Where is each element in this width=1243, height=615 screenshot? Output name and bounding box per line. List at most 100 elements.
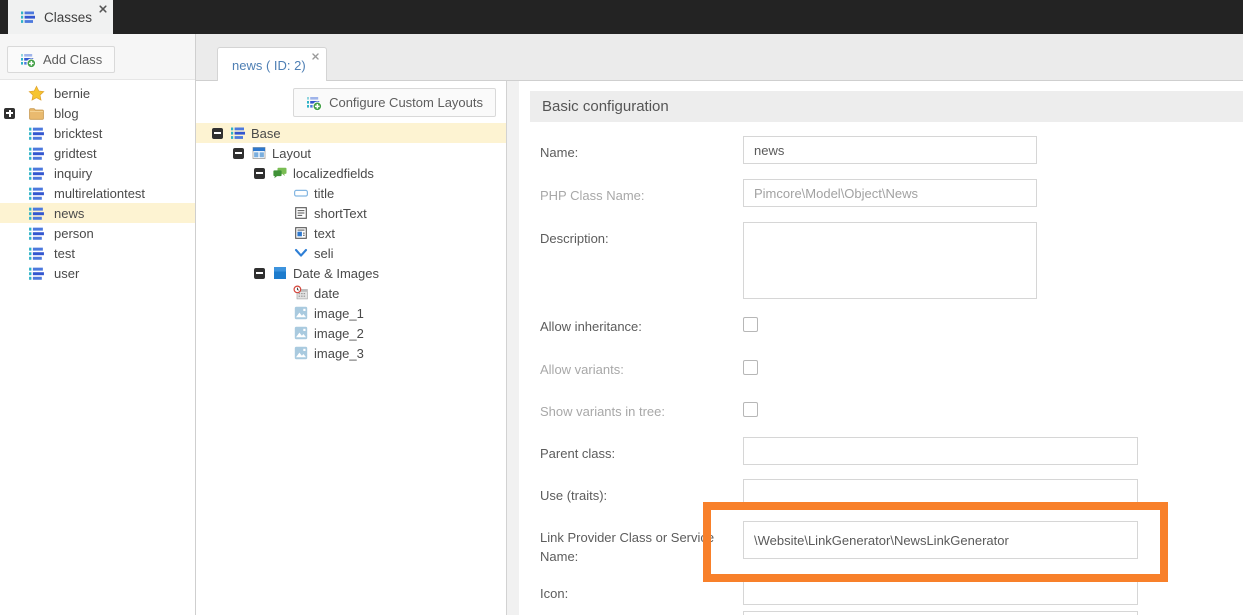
tree-node-label: Date & Images — [293, 266, 379, 281]
sidebar-item-person[interactable]: person — [0, 223, 195, 243]
class-name-label: test — [54, 246, 75, 261]
sidebar-item-blog[interactable]: blog — [0, 103, 195, 123]
name-input[interactable] — [743, 136, 1037, 164]
class-name-label: news — [54, 206, 84, 221]
tree-node-shorttext[interactable]: shortText — [196, 203, 506, 223]
sidebar-item-test[interactable]: test — [0, 243, 195, 263]
class-icon — [28, 125, 45, 142]
minus-expander-icon[interactable] — [254, 168, 265, 179]
image-icon — [293, 325, 309, 341]
input-field-icon — [293, 185, 309, 201]
tree-node-layout[interactable]: Layout — [196, 143, 506, 163]
field-label-show-variants-in-tree: Show variants in tree: — [540, 402, 735, 421]
configure-custom-layouts-button[interactable]: Configure Custom Layouts — [293, 88, 496, 117]
panel-title: Basic configuration — [530, 91, 1243, 122]
expander-slot — [254, 168, 272, 179]
image-icon — [293, 345, 309, 361]
close-icon[interactable] — [98, 4, 108, 14]
parent-class-input[interactable] — [743, 437, 1138, 465]
class-name-label: blog — [54, 106, 79, 121]
expander-slot — [233, 148, 251, 159]
tree-node-date[interactable]: date — [196, 283, 506, 303]
news-tab-label: news ( ID: 2) — [232, 58, 306, 73]
add-class-button[interactable]: Add Class — [7, 46, 115, 73]
sidebar-item-inquiry[interactable]: inquiry — [0, 163, 195, 183]
allow-inheritance-checkbox[interactable] — [743, 317, 758, 332]
class-icon — [28, 205, 45, 222]
tree-node-label: seli — [314, 246, 334, 261]
sidebar-item-bernie[interactable]: bernie — [0, 83, 195, 103]
class-icon — [230, 125, 246, 141]
add-class-label: Add Class — [43, 52, 102, 67]
class-name-label: bernie — [54, 86, 90, 101]
tree-node-seli[interactable]: seli — [196, 243, 506, 263]
star-icon — [28, 85, 45, 102]
class-icon — [28, 185, 45, 202]
tree-node-label: image_2 — [314, 326, 364, 341]
expander-slot — [212, 128, 230, 139]
use-traits-input[interactable] — [743, 479, 1138, 507]
class-name-label: user — [54, 266, 79, 281]
plus-expander-icon[interactable] — [4, 108, 15, 119]
class-icon — [28, 245, 45, 262]
folder-icon — [28, 105, 45, 122]
classes-window-tab[interactable]: Classes — [8, 0, 113, 34]
class-name-label: multirelationtest — [54, 186, 145, 201]
tree-node-image-1[interactable]: image_1 — [196, 303, 506, 323]
sidebar-item-gridtest[interactable]: gridtest — [0, 143, 195, 163]
field-label-icon: Icon: — [540, 584, 735, 603]
class-name-label: gridtest — [54, 146, 97, 161]
top-window-bar: Classes — [0, 0, 1243, 34]
field-label-parent-class: Parent class: — [540, 444, 735, 463]
tree-node-base[interactable]: Base — [196, 123, 506, 143]
sidebar-item-user[interactable]: user — [0, 263, 195, 283]
php-class-name-input[interactable] — [743, 179, 1037, 207]
layout-panel-icon — [251, 145, 267, 161]
class-name-label: person — [54, 226, 94, 241]
minus-expander-icon[interactable] — [212, 128, 223, 139]
basic-configuration-panel: Basic configuration Name:PHP Class Name:… — [519, 81, 1243, 615]
class-name-label: bricktest — [54, 126, 102, 141]
tree-node-label: shortText — [314, 206, 367, 221]
expander-slot — [4, 108, 28, 119]
minus-expander-icon[interactable] — [254, 268, 265, 279]
classes-tab-label: Classes — [44, 10, 92, 25]
panel-icon — [272, 265, 288, 281]
tree-node-image-3[interactable]: image_3 — [196, 343, 506, 363]
field-label-name: Name: — [540, 143, 735, 162]
icon-input[interactable] — [743, 577, 1138, 605]
sidebar-item-bricktest[interactable]: bricktest — [0, 123, 195, 143]
description-textarea[interactable] — [743, 222, 1037, 299]
tree-node-image-2[interactable]: image_2 — [196, 323, 506, 343]
link-provider-class-or-service-name-input[interactable] — [743, 521, 1138, 559]
sidebar-item-multirelationtest[interactable]: multirelationtest — [0, 183, 195, 203]
field-label-allow-inheritance: Allow inheritance: — [540, 317, 735, 336]
show-variants-in-tree-checkbox[interactable] — [743, 402, 758, 417]
tree-node-date-images[interactable]: Date & Images — [196, 263, 506, 283]
tree-node-label: Base — [251, 126, 281, 141]
close-icon[interactable] — [311, 52, 320, 61]
tree-node-label: image_3 — [314, 346, 364, 361]
next-field-input-partial — [743, 611, 1138, 615]
field-tree: Base Layout localizedfields title shortText t… — [196, 123, 506, 363]
tree-node-title[interactable]: title — [196, 183, 506, 203]
allow-variants-checkbox[interactable] — [743, 360, 758, 375]
tree-node-label: Layout — [272, 146, 311, 161]
tree-node-label: title — [314, 186, 334, 201]
field-label-allow-variants: Allow variants: — [540, 360, 735, 379]
minus-expander-icon[interactable] — [233, 148, 244, 159]
image-icon — [293, 305, 309, 321]
tree-node-text[interactable]: text — [196, 223, 506, 243]
class-icon — [28, 145, 45, 162]
class-name-label: inquiry — [54, 166, 92, 181]
tree-node-label: localizedfields — [293, 166, 374, 181]
localized-fields-icon — [272, 165, 288, 181]
class-list: bernie blog bricktest gridtest inquiry multir… — [0, 83, 195, 283]
date-icon — [293, 285, 309, 301]
sidebar-item-news[interactable]: news — [0, 203, 195, 223]
class-icon — [28, 265, 45, 282]
tab-news-id-2[interactable]: news ( ID: 2) — [217, 47, 327, 82]
tree-node-localizedfields[interactable]: localizedfields — [196, 163, 506, 183]
tree-node-label: image_1 — [314, 306, 364, 321]
panel-splitter[interactable] — [507, 81, 519, 615]
